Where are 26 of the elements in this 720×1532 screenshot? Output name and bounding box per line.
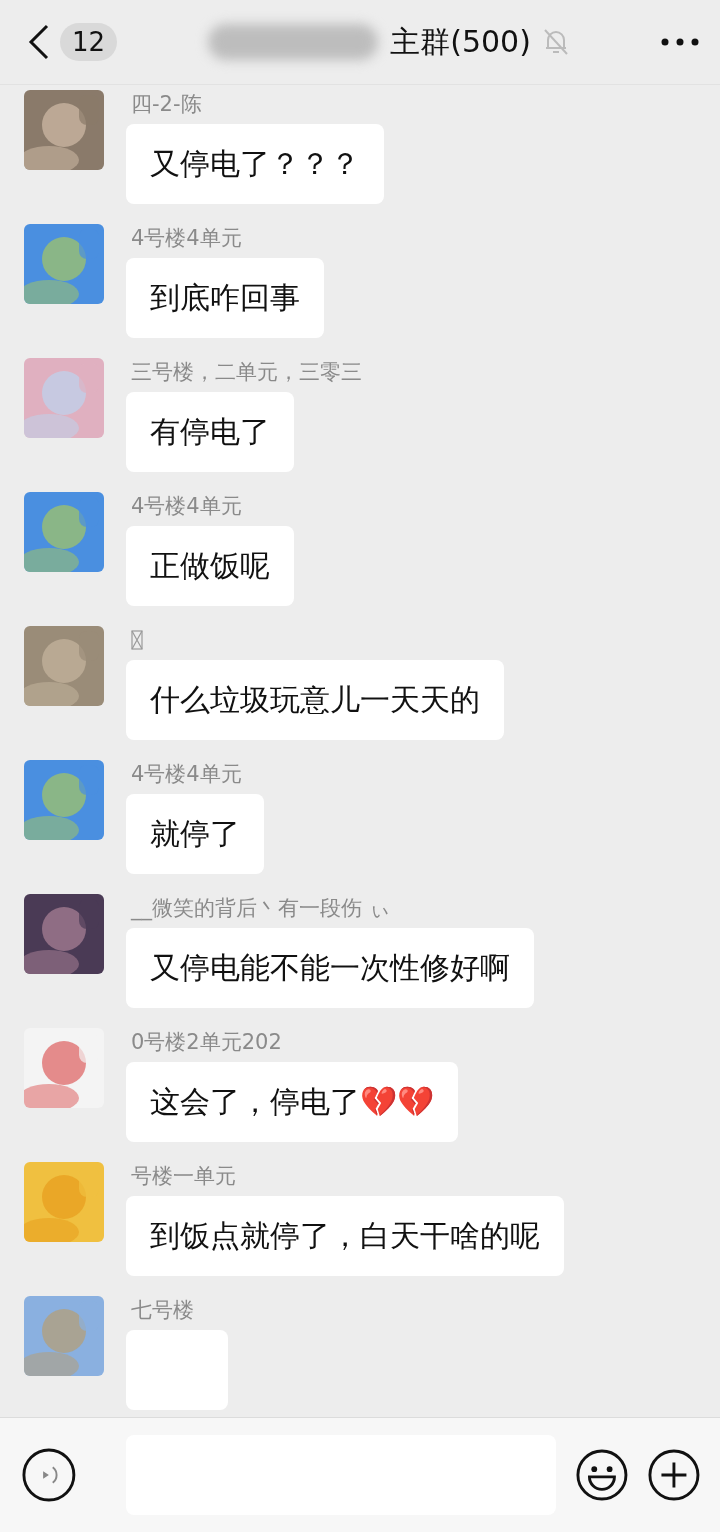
more-icon[interactable] [660, 37, 700, 47]
message-bubble: 这会了，停电了💔💔 [126, 1062, 458, 1142]
message-bubble: 就停了 [126, 794, 264, 874]
message-bubble: 到底咋回事 [126, 258, 324, 338]
sender-name: 4号楼4单元 [131, 225, 242, 252]
message-bubble: 有停电了 [126, 392, 294, 472]
message-bubble: 又停电了？？？ [126, 124, 384, 204]
unread-count: 12 [60, 23, 118, 61]
voice-icon[interactable] [22, 1447, 76, 1503]
missing-glyph-icon [131, 630, 143, 650]
sender-name: 号楼一单元 [131, 1163, 236, 1190]
message-bubble: 正做饭呢 [126, 526, 294, 606]
sender-name: 三号楼，二单元，三零三 [131, 359, 362, 386]
chat-title: 主群(500) [390, 22, 531, 61]
back-icon[interactable] [28, 24, 50, 60]
sender-name: __微笑的背后丶有一段伤 ぃ [131, 895, 391, 922]
sender-name: 七号楼 [131, 1297, 194, 1324]
emoji-icon[interactable] [576, 1448, 629, 1502]
plus-icon[interactable] [648, 1448, 700, 1502]
message-bubble: 什么垃圾玩意儿一天天的 [126, 660, 504, 740]
sender-name: 四-2-陈 [131, 91, 202, 118]
message-bubble: 到饭点就停了，白天干啥的呢 [126, 1196, 564, 1276]
sender-name: 0号楼2单元202 [131, 1029, 282, 1056]
message-bubble: 又停电能不能一次性修好啊 [126, 928, 534, 1008]
sender-name: 4号楼4单元 [131, 761, 242, 788]
sender-name: 4号楼4单元 [131, 493, 242, 520]
